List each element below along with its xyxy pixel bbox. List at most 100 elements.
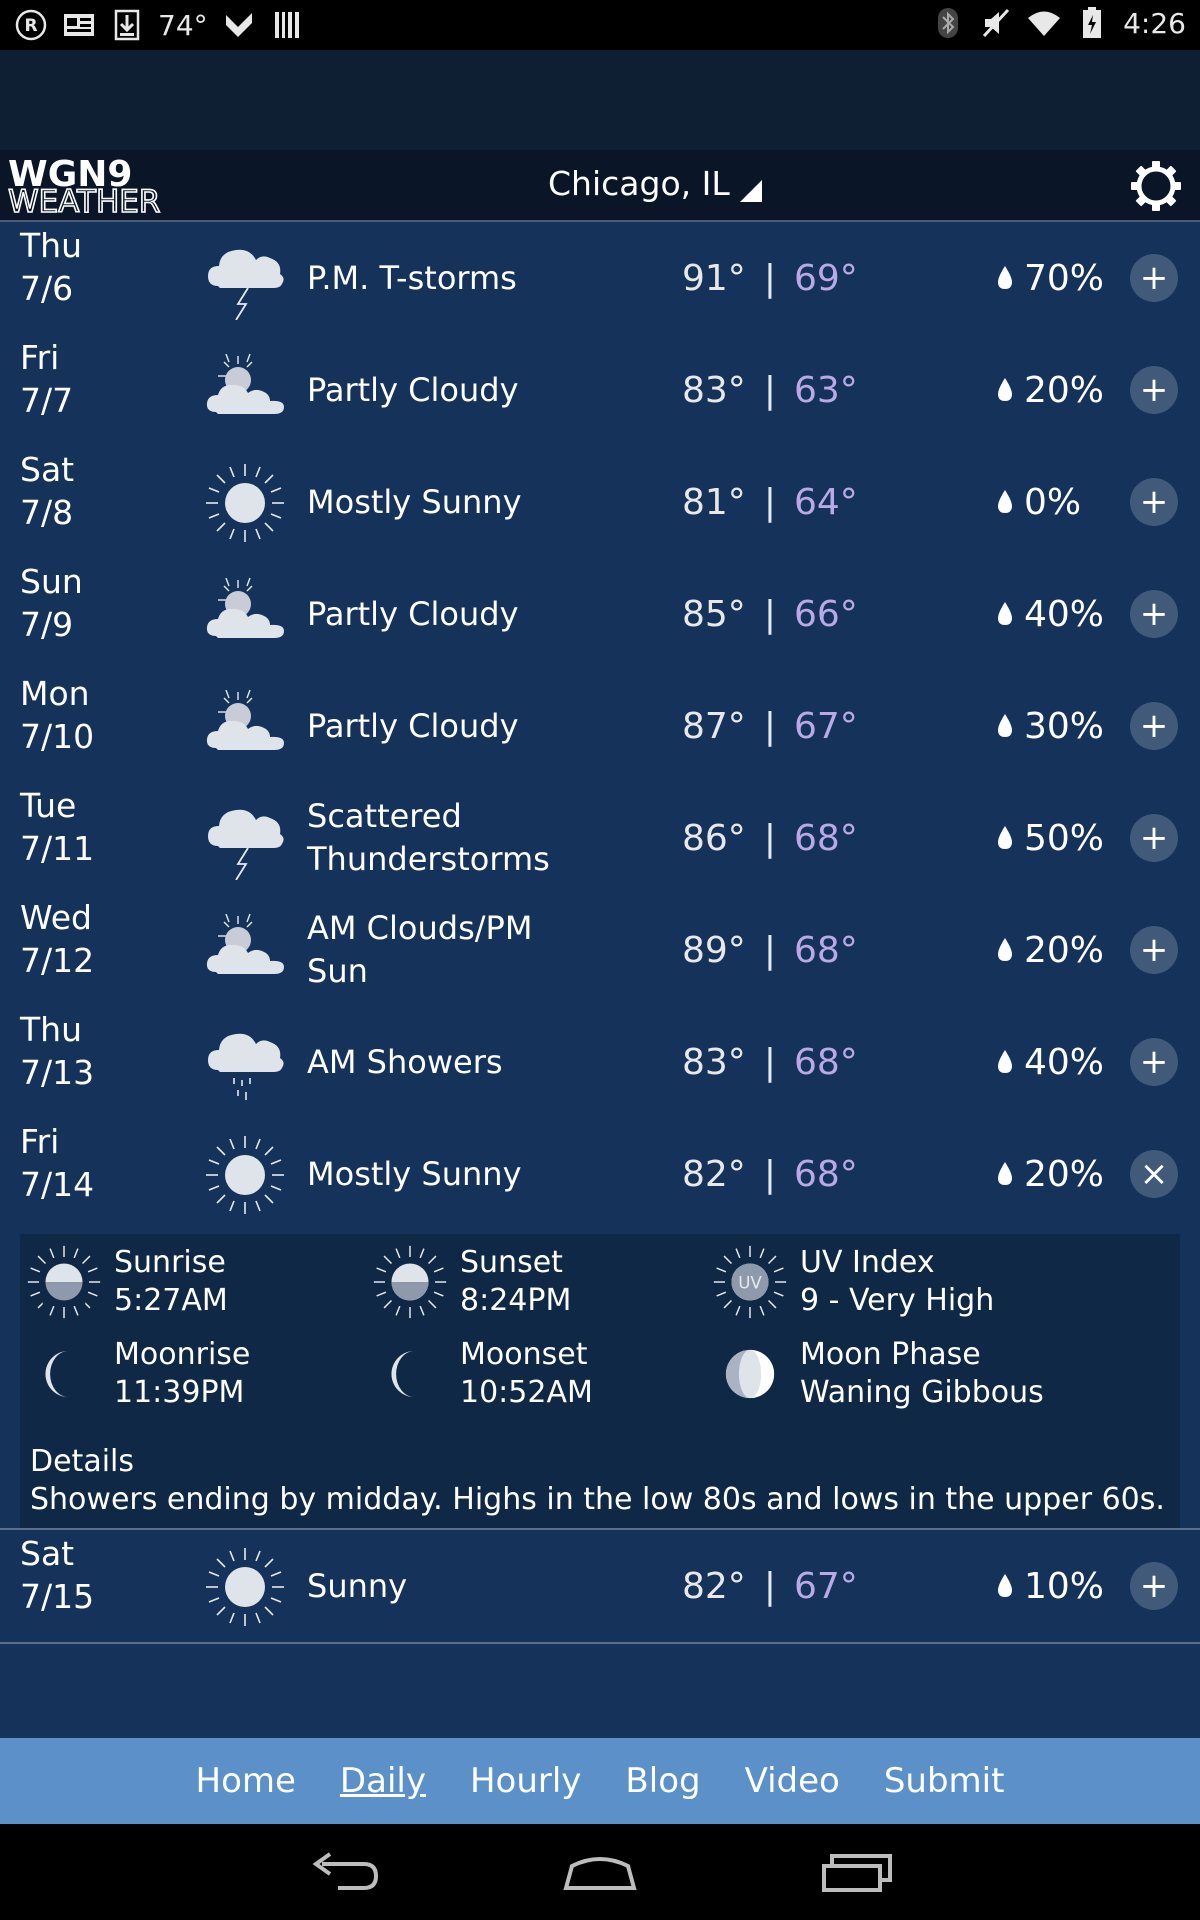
- forecast-row[interactable]: Sat 7/15 Sunny 82° | 67° 10% +: [0, 1530, 1200, 1644]
- condition-line-1: AM Clouds/PM: [307, 909, 533, 947]
- precip-value: 20%: [1024, 1153, 1105, 1195]
- precip-chance: 70%: [996, 222, 1104, 334]
- sunny-icon: [204, 462, 286, 544]
- expand-button[interactable]: +: [1130, 926, 1178, 974]
- wgn-weather-logo[interactable]: WGN9 WEATHER: [6, 154, 196, 221]
- row-day: Sun 7/9: [20, 560, 83, 646]
- day-of-week: Thu: [20, 226, 82, 265]
- partly-cloudy-icon: [204, 910, 286, 992]
- day-of-week: Thu: [20, 1010, 82, 1049]
- precip-chance: 20%: [996, 894, 1104, 1006]
- precip-value: 30%: [1024, 705, 1105, 747]
- condition-text: Scattered Thunderstorms: [307, 782, 607, 894]
- nav-blog[interactable]: Blog: [625, 1761, 700, 1801]
- sunny-icon: [204, 1134, 286, 1216]
- raindrop-icon: [996, 265, 1014, 291]
- home-icon[interactable]: [560, 1844, 640, 1900]
- nav-daily[interactable]: Daily: [340, 1761, 426, 1801]
- recent-apps-icon[interactable]: [818, 1844, 898, 1900]
- nav-video[interactable]: Video: [745, 1761, 840, 1801]
- row-day: Sat 7/15: [20, 1532, 94, 1618]
- expand-button[interactable]: +: [1130, 254, 1178, 302]
- raindrop-icon: [996, 1049, 1014, 1075]
- forecast-row[interactable]: Mon 7/10 Partly Cloudy 87° | 67° 30% +: [0, 670, 1200, 784]
- low-temp: 68°: [793, 1041, 858, 1083]
- condition-text: Sunny: [307, 1566, 408, 1605]
- moonrise-item: Moonrise 11:39PM: [26, 1336, 250, 1412]
- condition-line-2: Thunderstorms: [307, 840, 550, 878]
- location-selector[interactable]: Chicago, IL: [548, 164, 762, 203]
- day-details-panel: Sunrise 5:27AM Sunset 8:24PM UV UV Index 9 …: [20, 1234, 1180, 1528]
- details-text: Showers ending by midday. Highs in the l…: [30, 1482, 1165, 1517]
- row-day: Tue 7/11: [20, 784, 94, 870]
- expand-button[interactable]: +: [1130, 1562, 1178, 1610]
- news-icon: [62, 8, 96, 42]
- moonset-icon: [391, 1350, 415, 1398]
- low-temp: 67°: [793, 705, 858, 747]
- bluetooth-icon: [931, 6, 965, 40]
- day-of-week: Sat: [20, 450, 75, 489]
- raindrop-icon: [996, 489, 1014, 515]
- expand-button[interactable]: +: [1130, 814, 1178, 862]
- uv-index-icon: UV: [712, 1244, 788, 1320]
- details-label: Details: [30, 1444, 135, 1479]
- raindrop-icon: [996, 937, 1014, 963]
- expand-button[interactable]: +: [1130, 478, 1178, 526]
- partly-cloudy-icon: [204, 350, 286, 432]
- sunset-value: 8:24PM: [460, 1283, 572, 1318]
- nav-submit[interactable]: Submit: [884, 1761, 1005, 1801]
- day-of-week: Fri: [20, 1122, 60, 1161]
- high-temp: 89°: [682, 929, 746, 971]
- expand-button[interactable]: +: [1130, 1038, 1178, 1086]
- raindrop-icon: [996, 1573, 1014, 1599]
- day-date: 7/6: [20, 269, 74, 308]
- settings-gear-icon[interactable]: [1130, 160, 1182, 212]
- forecast-row[interactable]: Thu 7/13 AM Showers 83° | 68° 40% +: [0, 1006, 1200, 1120]
- day-date: 7/13: [20, 1053, 95, 1092]
- raindrop-icon: [996, 1161, 1014, 1187]
- expand-button[interactable]: +: [1130, 702, 1178, 750]
- forecast-row[interactable]: Sat 7/8 Mostly Sunny 81° | 64° 0% +: [0, 446, 1200, 560]
- uv-index-item: UV UV Index 9 - Very High: [712, 1244, 994, 1320]
- bottom-nav: Home Daily Hourly Blog Video Submit: [0, 1738, 1200, 1824]
- forecast-row[interactable]: Fri 7/7 Partly Cloudy 83° | 63° 20% +: [0, 334, 1200, 448]
- expand-button[interactable]: +: [1130, 590, 1178, 638]
- partly-cloudy-icon: [204, 574, 286, 656]
- collapse-button[interactable]: ×: [1130, 1150, 1178, 1198]
- ad-banner: [0, 50, 1200, 150]
- system-navigation-bar: [0, 1824, 1200, 1920]
- nav-home[interactable]: Home: [196, 1761, 296, 1801]
- precip-chance: 20%: [996, 1118, 1104, 1230]
- low-temp: 63°: [793, 369, 858, 411]
- forecast-row[interactable]: Thu 7/6 P.M. T-storms 91° | 69° 70% +: [0, 222, 1200, 336]
- forecast-row[interactable]: Sun 7/9 Partly Cloudy 85° | 66° 40% +: [0, 558, 1200, 672]
- condition-line-1: Scattered: [307, 797, 462, 835]
- partly-cloudy-icon: [204, 686, 286, 768]
- precip-value: 20%: [1024, 929, 1105, 971]
- temperature-range: 87° | 67°: [682, 705, 858, 747]
- forecast-row-expanded[interactable]: Fri 7/14 Mostly Sunny 82° | 68° 20% × Sunri…: [0, 1118, 1200, 1530]
- forecast-row[interactable]: Wed 7/12 AM Clouds/PM Sun 89° | 68° 20% +: [0, 894, 1200, 1008]
- uv-badge-text: UV: [738, 1273, 762, 1292]
- nav-hourly[interactable]: Hourly: [470, 1761, 581, 1801]
- condition-text: AM Clouds/PM Sun: [307, 894, 607, 1006]
- day-of-week: Sat: [20, 1534, 75, 1573]
- uv-label: UV Index: [800, 1245, 935, 1280]
- moonset-value: 10:52AM: [460, 1375, 593, 1410]
- day-of-week: Fri: [20, 338, 60, 377]
- low-temp: 64°: [793, 481, 858, 523]
- high-temp: 83°: [682, 1041, 746, 1083]
- download-icon: [110, 8, 144, 42]
- forecast-row[interactable]: Tue 7/11 Scattered Thunderstorms 86° | 68° 5…: [0, 782, 1200, 896]
- precip-chance: 0%: [996, 446, 1081, 558]
- precip-chance: 20%: [996, 334, 1104, 446]
- raindrop-icon: [996, 601, 1014, 627]
- precip-chance: 40%: [996, 1006, 1104, 1118]
- registered-icon: R: [14, 8, 48, 42]
- expand-button[interactable]: +: [1130, 366, 1178, 414]
- location-label: Chicago, IL: [548, 164, 730, 203]
- raindrop-icon: [996, 713, 1014, 739]
- low-temp: 69°: [793, 257, 858, 299]
- back-icon[interactable]: [302, 1844, 382, 1900]
- row-day: Fri 7/7: [20, 336, 73, 422]
